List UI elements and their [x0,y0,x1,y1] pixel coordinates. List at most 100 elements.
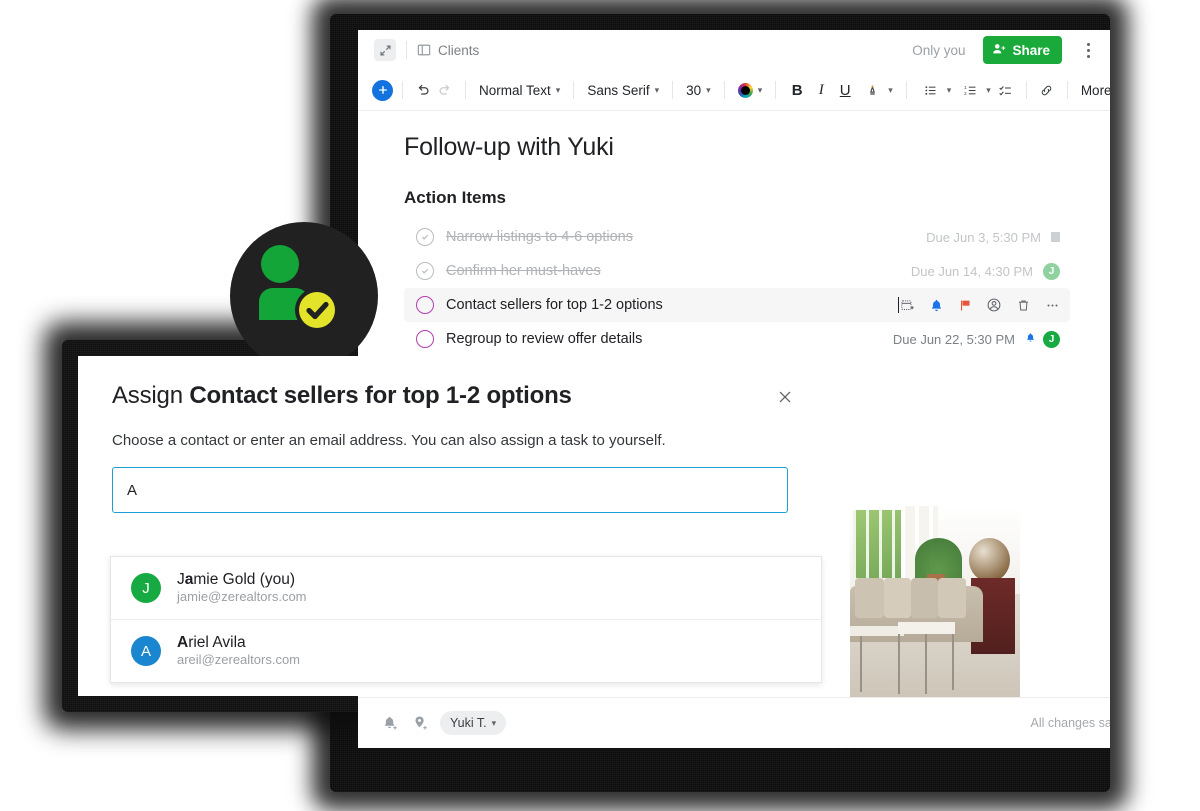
avatar: A [131,636,161,666]
highlight-select[interactable]: ▾ [857,79,897,101]
font-size-value: 30 [686,82,702,98]
chevron-down-icon: ▾ [757,84,763,95]
font-family-select[interactable]: Sans Serif ▾ [583,83,663,98]
underline-button[interactable]: U [833,82,857,99]
bold-button[interactable]: B [785,82,809,99]
chevron-down-icon: ▾ [654,84,660,95]
format-toolbar: Normal Text ▾ Sans Serif ▾ 30 ▾ ▾ B I U [358,70,1110,111]
task-label: Contact sellers for top 1-2 options [446,297,663,313]
task-toolbar [899,297,1060,313]
task-row-active[interactable]: Contact sellers for top 1-2 options [404,288,1070,322]
share-label: Share [1012,42,1050,58]
color-wheel-icon [737,82,753,98]
numbered-list-icon: 1 2 [959,79,981,101]
chevron-down-icon: ▾ [555,84,561,95]
chevron-down-icon: ▾ [888,84,893,95]
ellipsis-icon[interactable] [1044,297,1060,313]
modal-description: Choose a contact or enter an email addre… [112,432,666,449]
highlighter-icon [861,79,883,101]
close-icon[interactable] [772,384,798,410]
task-due-date: Due Jun 3, 5:30 PM [926,229,1041,245]
more-format-label: More [1080,82,1110,98]
sharing-status: Only you [912,42,966,58]
checkbox-unchecked-icon[interactable] [416,330,434,348]
share-button[interactable]: Share [983,36,1062,64]
modal-title-task: Contact sellers for top 1-2 options [189,382,572,409]
suggestion-text: Jamie Gold (you) jamie@zerealtors.com [177,570,307,606]
more-format-select[interactable]: More ▾ [1077,83,1110,98]
italic-button[interactable]: I [809,82,833,99]
task-label: Narrow listings to 4-6 options [446,229,633,245]
redo-icon[interactable] [434,79,456,101]
paragraph-style-select[interactable]: Normal Text ▾ [475,83,564,98]
calendar-add-icon[interactable] [899,297,915,313]
link-icon[interactable] [1036,79,1058,101]
bulleted-list-icon [920,79,942,101]
topbar-divider [406,41,407,59]
assignee-chip[interactable]: Yuki T. ▾ [440,711,507,735]
suggestion-name-rest: mie Gold (you) [193,570,296,588]
font-family-value: Sans Serif [587,82,650,98]
flag-icon[interactable] [957,297,973,313]
assignee-suggestions-dropdown: J Jamie Gold (you) jamie@zerealtors.com … [110,556,822,683]
svg-text:1: 1 [964,84,967,89]
avatar: J [131,573,161,603]
paragraph-style-value: Normal Text [479,82,551,98]
share-person-add-icon [992,42,1006,59]
avatar[interactable]: J [1043,330,1060,348]
assignee-search-input[interactable] [112,467,788,513]
task-row[interactable]: Confirm her must-haves Due Jun 14, 4:30 … [404,254,1070,288]
assignee-chip-label: Yuki T. [450,716,487,730]
modal-title-prefix: Assign [112,382,190,409]
window-top-bar: Clients Only you Share [358,30,1110,70]
svg-text:2: 2 [964,91,967,96]
breadcrumb[interactable]: Clients [417,43,479,58]
add-reminder-icon[interactable] [380,713,400,733]
save-status: All changes saved [1030,716,1110,730]
suggestion-email: jamie@zerealtors.com [177,589,307,605]
bell-icon[interactable] [928,297,944,313]
checkbox-checked-icon[interactable] [416,262,434,280]
bell-icon[interactable] [1025,332,1036,346]
suggestion-text: Ariel Avila areil@zerealtors.com [177,633,300,669]
assign-person-icon[interactable] [986,297,1002,313]
kebab-menu-icon[interactable] [1078,37,1098,63]
task-row[interactable]: Narrow listings to 4-6 options Due Jun 3… [404,220,1070,254]
insert-add-button[interactable] [372,79,393,101]
modal-input-container [78,449,822,513]
document-panel-icon [417,43,431,57]
suggestion-name: Ariel Avila [177,633,300,652]
chevron-down-icon: ▾ [946,84,952,95]
flag-icon[interactable] [1051,232,1060,242]
checklist-icon[interactable] [995,79,1017,101]
assigned-person-badge [230,222,378,370]
avatar[interactable]: J [1043,262,1060,280]
screenshot-stage: Clients Only you Share Normal Text ▾ San… [0,0,1200,811]
task-due-date: Due Jun 22, 5:30 PM [892,331,1015,347]
text-color-select[interactable]: ▾ [734,82,767,98]
trash-icon[interactable] [1015,297,1031,313]
suggestion-email: areil@zerealtors.com [177,652,301,668]
list-item[interactable]: J Jamie Gold (you) jamie@zerealtors.com [111,557,821,620]
list-item[interactable]: A Ariel Avila areil@zerealtors.com [111,620,821,682]
page-title: Follow-up with Yuki [404,133,614,161]
chevron-down-icon: ▾ [706,84,711,95]
task-label: Regroup to review offer details [446,331,643,347]
expand-collapse-icon[interactable] [374,39,396,61]
task-due-date: Due Jun 14, 4:30 PM [910,263,1033,279]
document-footer: Yuki T. ▾ All changes saved [358,697,1110,748]
add-location-icon[interactable] [410,713,430,733]
modal-title: Assign Contact sellers for top 1-2 optio… [112,382,772,410]
chevron-down-icon: ▾ [491,717,497,728]
bulleted-list-select[interactable]: ▾ [916,79,956,101]
font-size-select[interactable]: 30 ▾ [682,83,715,98]
suggestion-name-match: A [177,633,189,651]
suggestion-name-rest: riel Avila [188,633,246,651]
numbered-list-select[interactable]: 1 2 ▾ [955,79,995,101]
undo-icon[interactable] [412,79,434,101]
modal-header: Assign Contact sellers for top 1-2 optio… [78,356,822,410]
task-row[interactable]: Regroup to review offer details Due Jun … [404,322,1070,356]
checkbox-unchecked-icon[interactable] [416,296,434,314]
checkbox-checked-icon[interactable] [416,228,434,246]
suggestion-name: Jamie Gold (you) [177,570,296,588]
